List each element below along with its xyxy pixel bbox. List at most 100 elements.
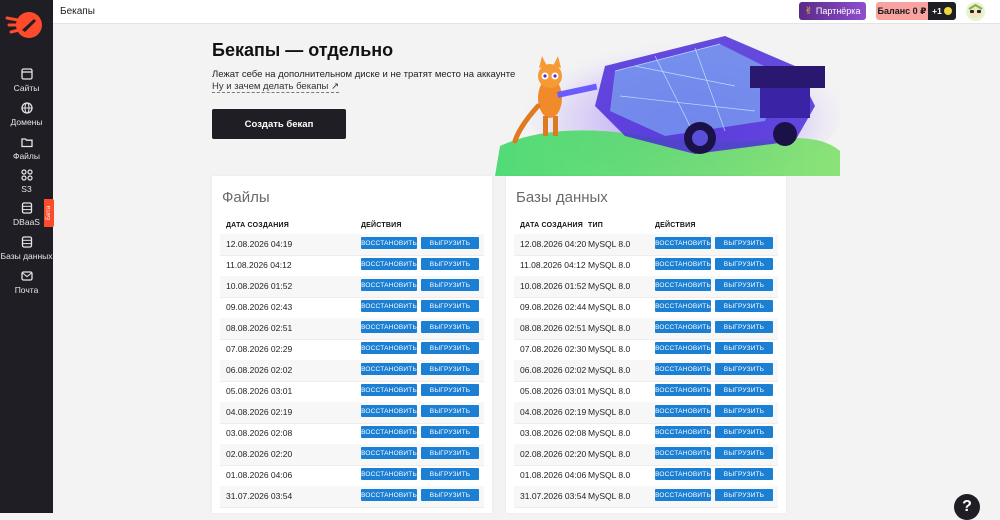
restore-button[interactable]: ВОССТАНОВИТЬ: [655, 321, 711, 333]
restore-button[interactable]: ВОССТАНОВИТЬ: [361, 279, 417, 291]
restore-button[interactable]: ВОССТАНОВИТЬ: [655, 489, 711, 501]
download-button[interactable]: ВЫГРУЗИТЬ: [715, 384, 773, 396]
partner-button[interactable]: ✌ Партнёрка: [799, 2, 866, 20]
download-button[interactable]: ВЫГРУЗИТЬ: [421, 321, 479, 333]
avatar[interactable]: [966, 2, 985, 21]
hero-subtitle: Лежат себе на дополнительном диске и не …: [212, 69, 516, 80]
download-button[interactable]: ВЫГРУЗИТЬ: [421, 258, 479, 270]
table-row: 08.08.2026 02:51 MySQL 8.0 ВОССТАНОВИТЬ ВЫГ…: [514, 318, 778, 340]
sidebar-item-sites[interactable]: Сайты: [0, 68, 53, 93]
restore-button[interactable]: ВОССТАНОВИТЬ: [361, 384, 417, 396]
sidebar-item-files[interactable]: Файлы: [0, 136, 53, 161]
avatar-icon: [968, 3, 983, 18]
restore-button[interactable]: ВОССТАНОВИТЬ: [655, 405, 711, 417]
backup-date: 31.07.2026 03:54: [520, 491, 587, 501]
restore-button[interactable]: ВОССТАНОВИТЬ: [361, 363, 417, 375]
download-button[interactable]: ВЫГРУЗИТЬ: [715, 300, 773, 312]
download-button[interactable]: ВЫГРУЗИТЬ: [421, 468, 479, 480]
restore-button[interactable]: ВОССТАНОВИТЬ: [361, 447, 417, 459]
download-button[interactable]: ВЫГРУЗИТЬ: [421, 489, 479, 501]
download-button[interactable]: ВЫГРУЗИТЬ: [421, 426, 479, 438]
download-button[interactable]: ВЫГРУЗИТЬ: [421, 237, 479, 249]
coin-icon: [943, 7, 952, 15]
download-button[interactable]: ВЫГРУЗИТЬ: [421, 363, 479, 375]
files-card: Файлы ДАТА СОЗДАНИЯ ДЕЙСТВИЯ 12.08.2026 …: [212, 176, 492, 513]
backup-date: 06.08.2026 02:02: [226, 365, 293, 375]
restore-button[interactable]: ВОССТАНОВИТЬ: [655, 300, 711, 312]
table-row: 09.08.2026 02:43 ВОССТАНОВИТЬ ВЫГРУЗИТЬ: [220, 297, 484, 319]
help-button[interactable]: ?: [954, 494, 980, 520]
table-row: 12.08.2026 04:20 MySQL 8.0 ВОССТАНОВИТЬ ВЫГ…: [514, 234, 778, 256]
restore-button[interactable]: ВОССТАНОВИТЬ: [361, 342, 417, 354]
restore-button[interactable]: ВОССТАНОВИТЬ: [655, 363, 711, 375]
restore-button[interactable]: ВОССТАНОВИТЬ: [655, 279, 711, 291]
backup-type: MySQL 8.0: [588, 323, 631, 333]
restore-button[interactable]: ВОССТАНОВИТЬ: [655, 468, 711, 480]
database-icon: [21, 202, 32, 214]
bonus-button[interactable]: +1: [928, 2, 956, 20]
sidebar-item-label: Почта: [14, 285, 39, 295]
download-button[interactable]: ВЫГРУЗИТЬ: [715, 489, 773, 501]
download-button[interactable]: ВЫГРУЗИТЬ: [421, 279, 479, 291]
why-backups-link[interactable]: Ну и зачем делать бекапы ↗: [212, 81, 339, 93]
download-button[interactable]: ВЫГРУЗИТЬ: [715, 237, 773, 249]
restore-button[interactable]: ВОССТАНОВИТЬ: [361, 258, 417, 270]
table-row: 04.08.2026 02:19 MySQL 8.0 ВОССТАНОВИТЬ ВЫГ…: [514, 402, 778, 424]
restore-button[interactable]: ВОССТАНОВИТЬ: [655, 258, 711, 270]
table-row: 07.08.2026 02:30 MySQL 8.0 ВОССТАНОВИТЬ ВЫГ…: [514, 339, 778, 361]
restore-button[interactable]: ВОССТАНОВИТЬ: [361, 426, 417, 438]
download-button[interactable]: ВЫГРУЗИТЬ: [715, 363, 773, 375]
table-row: 12.08.2026 04:19 ВОССТАНОВИТЬ ВЫГРУЗИТЬ: [220, 234, 484, 256]
sidebar-item-label: Файлы: [12, 151, 40, 161]
download-button[interactable]: ВЫГРУЗИТЬ: [421, 342, 479, 354]
table-row: 04.08.2026 02:19 ВОССТАНОВИТЬ ВЫГРУЗИТЬ: [220, 402, 484, 424]
sidebar-item-s3[interactable]: S3: [0, 169, 53, 194]
bonus-label: +1: [932, 6, 942, 16]
restore-button[interactable]: ВОССТАНОВИТЬ: [361, 489, 417, 501]
backup-date: 08.08.2026 02:51: [520, 323, 587, 333]
sidebar-item-domains[interactable]: Домены: [0, 102, 53, 127]
restore-button[interactable]: ВОССТАНОВИТЬ: [655, 237, 711, 249]
restore-button[interactable]: ВОССТАНОВИТЬ: [655, 342, 711, 354]
download-button[interactable]: ВЫГРУЗИТЬ: [421, 300, 479, 312]
table-row: 01.08.2026 04:06 MySQL 8.0 ВОССТАНОВИТЬ ВЫГ…: [514, 465, 778, 487]
download-button[interactable]: ВЫГРУЗИТЬ: [715, 342, 773, 354]
download-button[interactable]: ВЫГРУЗИТЬ: [715, 405, 773, 417]
table-row: 11.08.2026 04:12 MySQL 8.0 ВОССТАНОВИТЬ ВЫГ…: [514, 255, 778, 277]
restore-button[interactable]: ВОССТАНОВИТЬ: [361, 405, 417, 417]
sidebar-item-label: Домены: [10, 117, 43, 127]
restore-button[interactable]: ВОССТАНОВИТЬ: [655, 384, 711, 396]
create-backup-button[interactable]: Создать бекап: [212, 109, 346, 139]
restore-button[interactable]: ВОССТАНОВИТЬ: [361, 468, 417, 480]
backup-date: 09.08.2026 02:43: [226, 302, 293, 312]
restore-button[interactable]: ВОССТАНОВИТЬ: [655, 426, 711, 438]
download-button[interactable]: ВЫГРУЗИТЬ: [715, 447, 773, 459]
restore-button[interactable]: ВОССТАНОВИТЬ: [361, 237, 417, 249]
download-button[interactable]: ВЫГРУЗИТЬ: [421, 447, 479, 459]
download-button[interactable]: ВЫГРУЗИТЬ: [715, 279, 773, 291]
download-button[interactable]: ВЫГРУЗИТЬ: [715, 258, 773, 270]
download-button[interactable]: ВЫГРУЗИТЬ: [421, 384, 479, 396]
backup-type: MySQL 8.0: [588, 344, 631, 354]
backup-date: 06.08.2026 02:02: [520, 365, 587, 375]
backup-date: 02.08.2026 02:20: [520, 449, 587, 459]
balance-button[interactable]: Баланс 0 ₽: [876, 2, 928, 20]
restore-button[interactable]: ВОССТАНОВИТЬ: [361, 300, 417, 312]
sidebar-item-mail[interactable]: Почта: [0, 270, 53, 295]
download-button[interactable]: ВЫГРУЗИТЬ: [421, 405, 479, 417]
backup-type: MySQL 8.0: [588, 428, 631, 438]
download-button[interactable]: ВЫГРУЗИТЬ: [715, 468, 773, 480]
backup-date: 02.08.2026 02:20: [226, 449, 293, 459]
download-button[interactable]: ВЫГРУЗИТЬ: [715, 321, 773, 333]
files-col-date: ДАТА СОЗДАНИЯ: [226, 222, 289, 229]
backup-date: 04.08.2026 02:19: [520, 407, 587, 417]
restore-button[interactable]: ВОССТАНОВИТЬ: [361, 321, 417, 333]
logo-icon[interactable]: [5, 6, 45, 44]
backup-date: 03.08.2026 02:08: [520, 428, 587, 438]
topbar: Бекапы ✌ Партнёрка Баланс 0 ₽ +1: [53, 0, 1000, 24]
sidebar-item-label: Базы данных: [0, 251, 53, 261]
sidebar-item-databases[interactable]: Базы данных: [0, 236, 53, 261]
download-button[interactable]: ВЫГРУЗИТЬ: [715, 426, 773, 438]
databases-col-type: ТИП: [588, 222, 603, 229]
restore-button[interactable]: ВОССТАНОВИТЬ: [655, 447, 711, 459]
